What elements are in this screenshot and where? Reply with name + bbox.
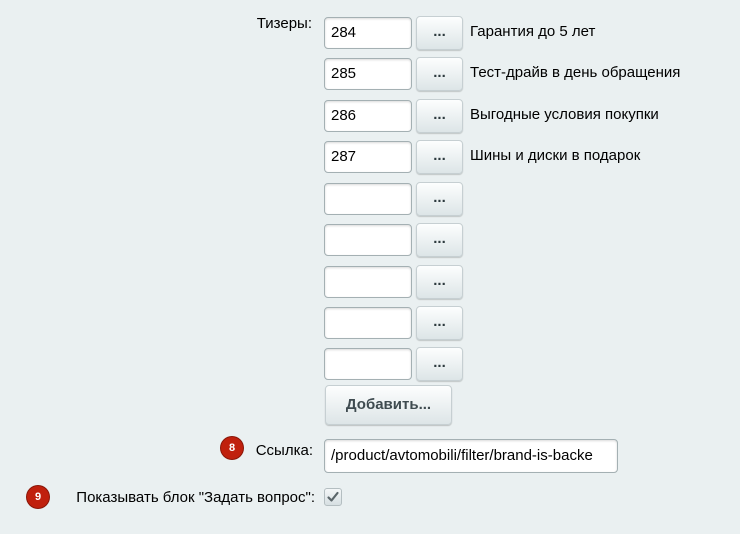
teaser-id-input[interactable]: 285 <box>324 58 412 90</box>
teaser-name: Выгодные условия покупки <box>470 106 659 123</box>
link-input[interactable]: /product/avtomobili/filter/brand-is-back… <box>324 439 618 473</box>
teaser-id-input[interactable] <box>324 307 412 339</box>
add-teaser-button[interactable]: Добавить... <box>325 385 452 425</box>
link-label: Ссылка: <box>255 442 313 459</box>
teaser-name: Шины и диски в подарок <box>470 147 641 164</box>
teaser-browse-button[interactable]: ... <box>416 223 463 257</box>
checkmark-icon <box>327 491 339 502</box>
question-step-badge: 9 <box>27 486 49 508</box>
teaser-browse-button[interactable]: ... <box>416 347 463 381</box>
teaser-name: Тест-драйв в день обращения <box>470 64 681 81</box>
teaser-id-input[interactable]: 287 <box>324 141 412 173</box>
teaser-name: Гарантия до 5 лет <box>470 23 596 40</box>
teaser-browse-button[interactable]: ... <box>416 16 463 50</box>
teaser-id-input[interactable] <box>324 266 412 298</box>
teaser-browse-button[interactable]: ... <box>416 182 463 216</box>
teaser-id-input[interactable] <box>324 348 412 380</box>
teaser-browse-button[interactable]: ... <box>416 306 463 340</box>
teaser-browse-button[interactable]: ... <box>416 57 463 91</box>
teaser-browse-button[interactable]: ... <box>416 140 463 174</box>
teaser-browse-button[interactable]: ... <box>416 265 463 299</box>
teasers-label: Тизеры: <box>256 15 312 32</box>
teaser-id-input[interactable]: 284 <box>324 17 412 49</box>
question-block-label: Показывать блок "Задать вопрос": <box>76 489 315 506</box>
teaser-browse-button[interactable]: ... <box>416 99 463 133</box>
teaser-id-input[interactable] <box>324 183 412 215</box>
teaser-id-input[interactable] <box>324 224 412 256</box>
question-block-checkbox[interactable] <box>324 488 342 506</box>
teaser-id-input[interactable]: 286 <box>324 100 412 132</box>
